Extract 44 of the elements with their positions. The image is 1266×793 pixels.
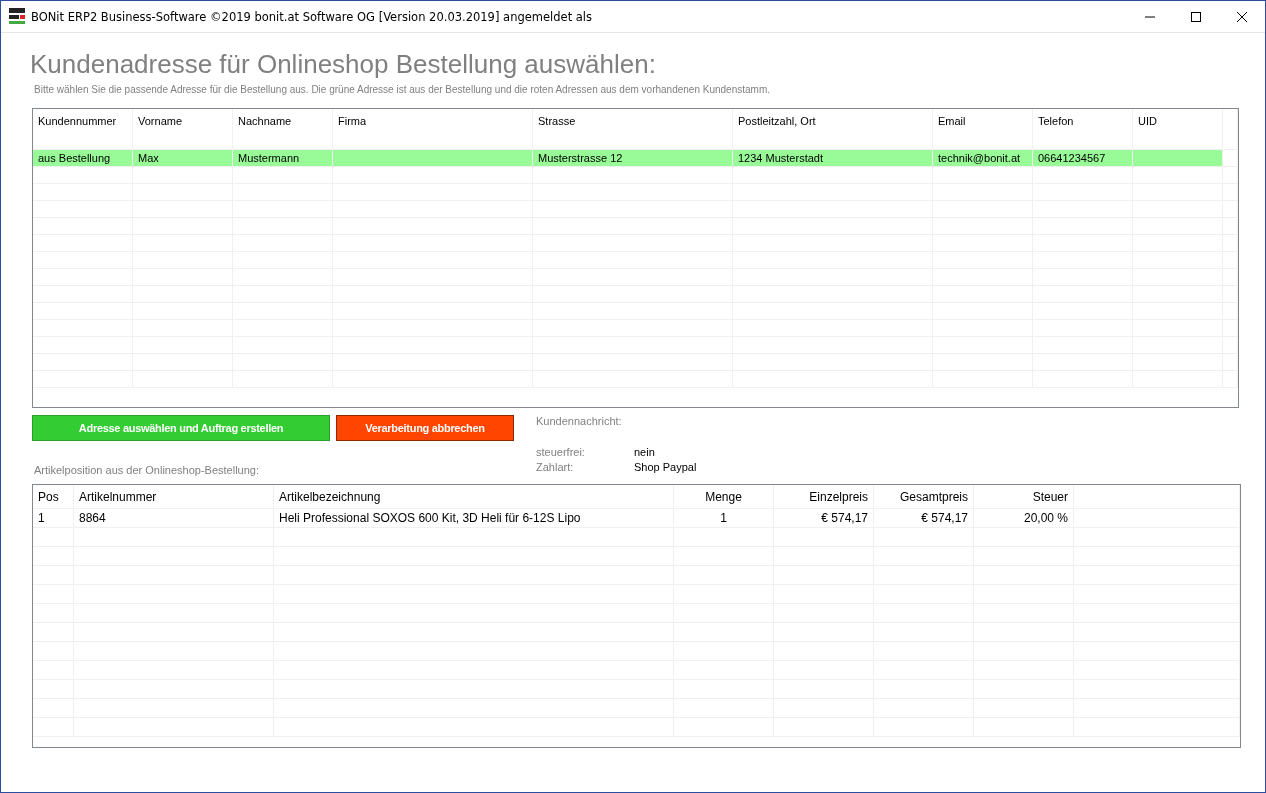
table-cell[interactable]: Max — [133, 150, 233, 167]
window-title: BONit ERP2 Business-Software ©2019 bonit.at Software OG [Version 20.03.2019] angemeldet als — [31, 9, 594, 24]
table-cell[interactable]: aus Bestellung — [33, 150, 133, 167]
table-cell[interactable]: technik@bonit.at — [933, 150, 1033, 167]
column-header[interactable]: Artikelnummer — [74, 485, 274, 509]
table-cell[interactable] — [333, 150, 533, 167]
field-label: steuerfrei: — [536, 445, 586, 458]
column-header[interactable]: Vorname — [133, 109, 233, 150]
close-icon — [1237, 11, 1247, 22]
table-cell: € 574,17 — [774, 509, 874, 528]
table-cell: Heli Professional SOXOS 600 Kit, 3D Heli für 6-12S Lipo — [274, 509, 674, 528]
table-cell[interactable]: 1234 Musterstadt — [733, 150, 933, 167]
table-cell[interactable]: Musterstrasse 12 — [533, 150, 733, 167]
column-header[interactable]: Artikelbezeichnung — [274, 485, 674, 509]
column-header[interactable]: Kundennummer — [33, 109, 133, 150]
page-heading: Kundenadresse für Onlineshop Bestellung auswählen: — [30, 49, 657, 80]
column-header[interactable]: Strasse — [533, 109, 733, 150]
table-cell: € 574,17 — [874, 509, 974, 528]
maximize-icon — [1191, 11, 1201, 22]
field-label: Kundennachricht: — [536, 415, 623, 427]
column-header[interactable]: Nachname — [233, 109, 333, 150]
field-value: Shop Paypal — [634, 460, 697, 473]
table-cell[interactable] — [1133, 150, 1223, 167]
column-header[interactable]: UID — [1133, 109, 1223, 150]
column-header[interactable]: Telefon — [1033, 109, 1133, 150]
column-header[interactable]: Pos — [33, 485, 74, 509]
column-header[interactable]: Postleitzahl, Ort — [733, 109, 933, 150]
table-cell: 20,00 % — [974, 509, 1074, 528]
column-header[interactable]: Email — [933, 109, 1033, 150]
field-value: nein — [634, 445, 656, 458]
column-header[interactable]: Steuer — [974, 485, 1074, 509]
section-label: Artikelposition aus der Onlineshop-Bestellung: — [34, 464, 261, 476]
table-cell[interactable]: 06641234567 — [1033, 150, 1133, 167]
field-label: Zahlart: — [536, 460, 575, 473]
table-cell: 8864 — [74, 509, 274, 528]
app-logo-icon — [9, 7, 25, 26]
table-cell: 1 — [674, 509, 774, 528]
table-cell[interactable]: Mustermann — [233, 150, 333, 167]
column-header[interactable]: Menge — [674, 485, 774, 509]
column-header[interactable]: Firma — [333, 109, 533, 150]
column-header[interactable]: Gesamtpreis — [874, 485, 974, 509]
instruction-text: Bitte wählen Sie die passende Adresse für die Bestellung aus. Die grüne Adresse ist aus der Bestellung und die roten Adressen aus dem vorhandenen Kundenstamm. — [34, 84, 771, 95]
column-header[interactable]: Einzelpreis — [774, 485, 874, 509]
table-cell: 1 — [33, 509, 74, 528]
